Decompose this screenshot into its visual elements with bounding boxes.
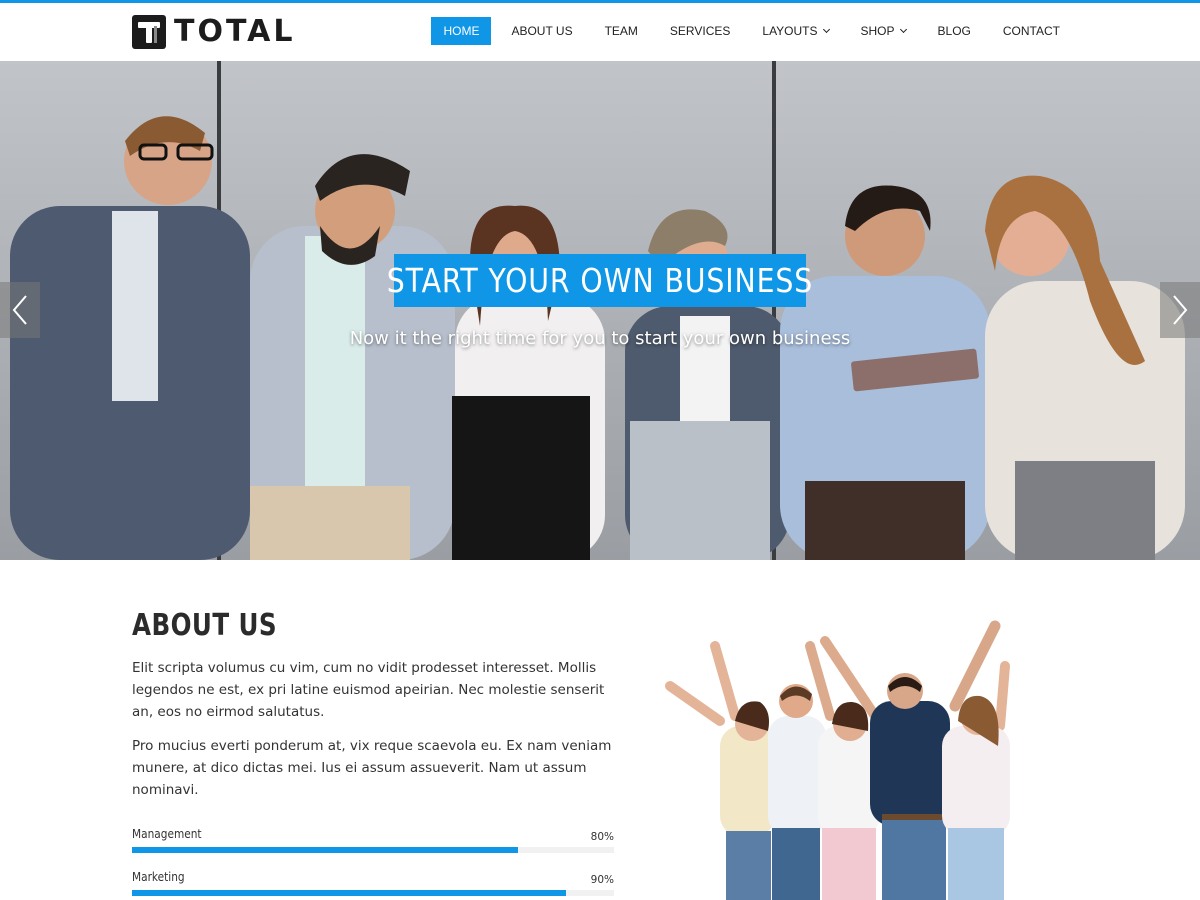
nav-item-home[interactable]: HOME xyxy=(431,17,492,45)
main-navigation: HOME ABOUT US TEAM SERVICES LAYOUTS SHOP… xyxy=(423,17,1072,45)
hero-background-image xyxy=(0,61,1200,560)
chevron-down-icon xyxy=(822,25,830,34)
nav-item-label: SERVICES xyxy=(669,24,731,38)
nav-item-services[interactable]: SERVICES xyxy=(658,17,742,45)
hero-subtitle: Now it the right time for you to start y… xyxy=(349,328,851,349)
nav-item-about-us[interactable]: ABOUT US xyxy=(499,17,584,45)
chevron-down-icon xyxy=(899,25,907,34)
about-paragraph: Pro mucius everti ponderum at, vix reque… xyxy=(132,738,612,798)
about-title: ABOUT US xyxy=(132,608,277,643)
skill-percent: 90% xyxy=(590,874,614,886)
nav-item-label: ABOUT US xyxy=(511,24,573,38)
about-paragraph: Elit scripta volumus cu vim, cum no vidi… xyxy=(132,660,605,720)
skill-name: Marketing xyxy=(132,870,185,884)
skill-fill xyxy=(132,847,518,853)
nav-item-layouts[interactable]: LAYOUTS xyxy=(750,17,840,45)
logo-text: TOTAL xyxy=(174,14,296,49)
skill-track xyxy=(132,890,614,896)
skill-name: Management xyxy=(132,827,202,841)
slider-prev-button[interactable] xyxy=(0,282,40,338)
nav-item-contact[interactable]: CONTACT xyxy=(991,17,1072,45)
nav-item-label: HOME xyxy=(443,24,480,38)
nav-item-label: BLOG xyxy=(937,24,971,38)
skill-fill xyxy=(132,890,566,896)
hero-title-box: START YOUR OWN BUSINESS xyxy=(387,254,812,307)
nav-item-shop[interactable]: SHOP xyxy=(849,17,918,45)
nav-item-label: TEAM xyxy=(604,24,638,38)
site-logo[interactable]: TOTAL xyxy=(132,14,295,50)
chevron-right-icon xyxy=(1173,295,1188,325)
site-header: TOTAL HOME ABOUT US TEAM SERVICES LAYOUT… xyxy=(0,3,1200,61)
about-section: ABOUT US Elit scripta volumus cu vim, cu… xyxy=(132,608,618,801)
skill-percent: 80% xyxy=(590,831,614,843)
skill-track xyxy=(132,847,614,853)
nav-item-label: LAYOUTS xyxy=(762,24,818,38)
slider-next-button[interactable] xyxy=(1160,282,1200,338)
nav-item-label: CONTACT xyxy=(1002,24,1060,38)
hero-slider: START YOUR OWN BUSINESS Now it the right… xyxy=(0,61,1200,560)
nav-item-blog[interactable]: BLOG xyxy=(926,17,983,45)
nav-item-team[interactable]: TEAM xyxy=(593,17,650,45)
nav-item-label: SHOP xyxy=(860,24,895,38)
chevron-left-icon xyxy=(12,295,27,325)
logo-mark-icon xyxy=(132,15,166,49)
hero-title: START YOUR OWN BUSINESS xyxy=(386,261,814,300)
about-team-image xyxy=(660,606,1030,900)
